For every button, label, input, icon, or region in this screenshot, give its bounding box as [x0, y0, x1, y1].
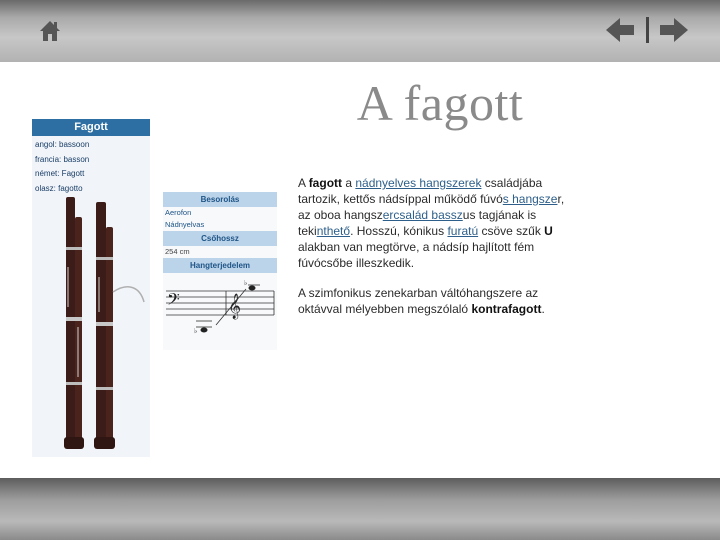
link-hangszercsalad-basszus[interactable]: ercsalád bassz: [383, 208, 463, 222]
link-nadnyelves-hangszerek[interactable]: nádnyelves hangszerek: [355, 176, 481, 190]
classification-header: Besorolás: [163, 192, 277, 207]
link-hangszer[interactable]: s hangsze: [503, 192, 558, 206]
arrow-right-icon[interactable]: [660, 18, 688, 42]
range-header: Hangterjedelem: [163, 258, 277, 273]
home-icon[interactable]: [38, 19, 62, 43]
text-run: csöve szűk: [478, 223, 545, 238]
range-notation: 𝄢 𝄞 ♭ ♭: [166, 279, 275, 335]
slide-title: A fagott: [356, 75, 524, 131]
name-german: német: Fagott: [35, 169, 85, 178]
text-run: A: [298, 176, 309, 190]
term-kontrafagott: kontrafagott: [471, 302, 542, 317]
paragraph-intro: A fagott a nádnyelves hangszerek családj…: [298, 176, 574, 271]
tube-length-value: 254 cm: [165, 247, 190, 256]
svg-text:𝄢: 𝄢: [167, 289, 180, 313]
top-toolbar: [0, 0, 720, 62]
text-run: alakban van megtörve, a nádsíp hajlított…: [298, 239, 535, 270]
classification-item: Nádnyelvas: [165, 220, 205, 229]
arrow-left-icon[interactable]: [606, 18, 634, 42]
svg-text:♭: ♭: [244, 279, 247, 287]
tube-length-header: Csőhossz: [163, 231, 277, 246]
bassoon-image: [64, 197, 145, 449]
text-run: . Hosszú, kónikus: [350, 223, 448, 238]
name-list: angol: bassoon francia: basson német: Fa…: [32, 136, 150, 198]
infobox-title: Fagott: [32, 119, 150, 136]
paragraph-contrabassoon: A szimfonikus zenekarban váltóhangszere …: [298, 286, 574, 318]
text-run: .: [541, 302, 545, 317]
link-furatu[interactable]: furatú: [447, 224, 478, 238]
name-french: francia: basson: [35, 154, 90, 164]
name-italian: olasz: fagotto: [35, 183, 83, 193]
text-run: a: [342, 176, 356, 190]
classification-box: Besorolás Aerofon Nádnyelvas Csőhossz 25…: [163, 192, 277, 350]
classification-item: Aerofon: [165, 208, 192, 217]
name-english: angol: bassoon: [35, 140, 90, 149]
bottom-bar: [0, 478, 720, 540]
instrument-infobox: Fagott angol: bassoon francia: basson né…: [32, 119, 150, 457]
link-tekintheto[interactable]: nthető: [317, 224, 350, 238]
article-text: A fagott a nádnyelves hangszerek családj…: [298, 176, 574, 333]
term-u: U: [544, 223, 553, 238]
term-fagott: fagott: [308, 176, 343, 190]
svg-text:♭: ♭: [194, 327, 197, 335]
nav-separator: [646, 17, 649, 43]
